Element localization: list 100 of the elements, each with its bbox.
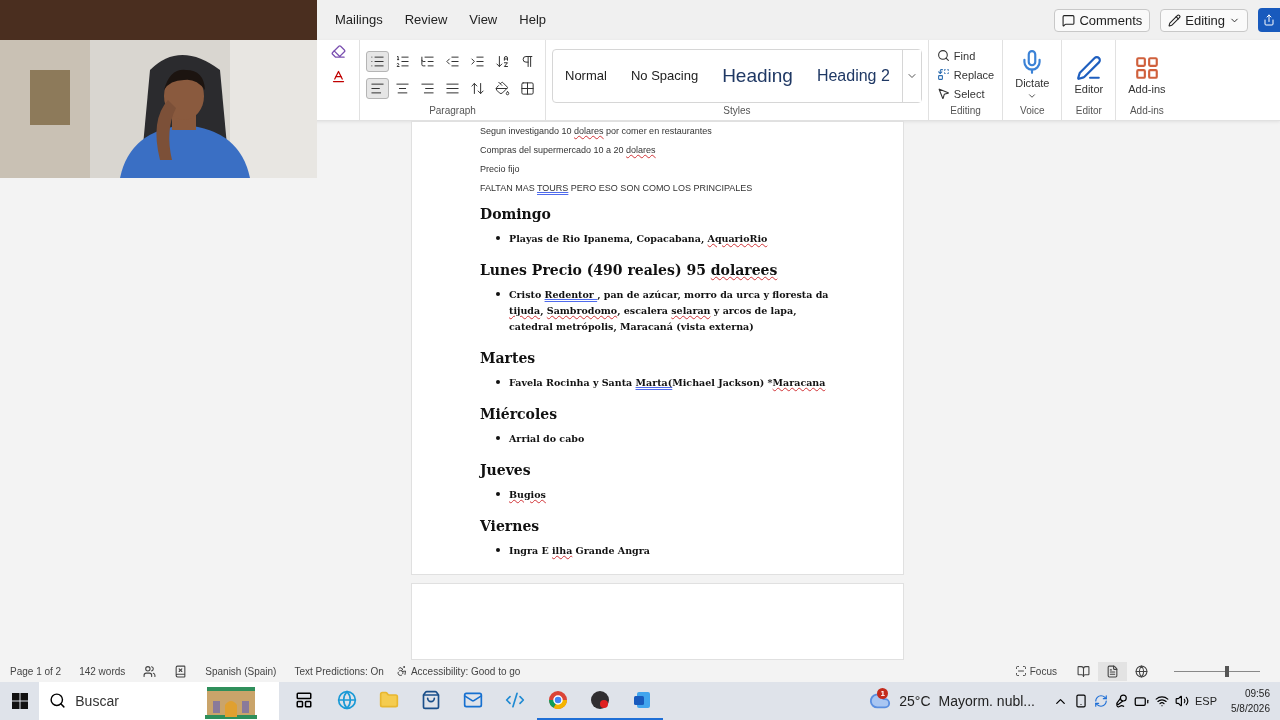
day-heading: Miércoles <box>480 406 559 422</box>
paint-bucket-icon <box>495 80 510 96</box>
notification-count: 1 <box>877 688 889 699</box>
share-button[interactable] <box>1258 8 1280 32</box>
dictate-button[interactable]: Dictate <box>1009 46 1056 103</box>
clock[interactable]: 09:56 5/8/2026 <box>1231 686 1270 716</box>
list-item-text: Cristo Redentor , pan de azúcar, morro da urca y floresta da tijuda, Sambrodomo, escalera selaran y arcos de lapa, catedral metrópolis, Maracaná (vista externa) <box>509 288 830 334</box>
increase-indent-icon <box>470 53 485 69</box>
bullet-list-icon <box>370 53 385 69</box>
recording-app-icon <box>589 690 610 710</box>
view-button[interactable] <box>1098 661 1127 681</box>
multilevel-list-icon <box>420 53 435 69</box>
replace-icon <box>936 68 950 81</box>
clear-formatting-icon <box>330 44 346 59</box>
align-center-icon <box>395 80 410 96</box>
comments-button[interactable]: Comments <box>1054 8 1151 32</box>
list-item-text: Arrial do cabo <box>509 432 585 446</box>
search-icon <box>49 692 67 709</box>
style-option[interactable]: Heading 2 <box>804 66 902 85</box>
weather-condition: Mayorm. nubl... <box>938 693 1035 709</box>
people-icon <box>143 664 157 678</box>
pen-icon <box>1075 54 1102 81</box>
read-mode-icon <box>1077 664 1090 678</box>
wifi-icon <box>1155 694 1169 708</box>
web-layout-icon <box>1135 664 1148 678</box>
editing-mode-button[interactable]: Editing <box>1160 8 1248 32</box>
find-button[interactable]: Find <box>934 47 997 64</box>
list-item-text: Bugios <box>509 488 546 502</box>
language-label[interactable]: Spanish (Spain) <box>205 665 277 677</box>
line-spacing-icon <box>470 80 485 96</box>
day-heading: Domingo <box>480 206 552 222</box>
text-predictions-label[interactable]: Text Predictions: On <box>294 665 384 677</box>
align-left-icon <box>370 80 385 96</box>
focus-icon <box>1014 665 1027 677</box>
time: 09:56 <box>1244 687 1270 701</box>
body-text: Precio fijo <box>480 164 521 174</box>
ribbon-tab[interactable]: Help <box>510 5 555 35</box>
style-option[interactable]: No Spacing <box>618 68 711 83</box>
borders-icon <box>520 80 535 96</box>
date: 5/8/2026 <box>1231 702 1270 716</box>
add-ins-button[interactable]: Add-ins <box>1122 52 1172 97</box>
group-label: Editing <box>949 105 982 118</box>
group-label: Paragraph <box>428 105 477 118</box>
ribbon-tab[interactable]: View <box>460 5 507 35</box>
code-editor-icon <box>505 690 526 710</box>
font-color-icon <box>330 69 346 84</box>
day-heading: Martes <box>480 350 537 366</box>
sync-icon <box>1094 694 1108 708</box>
microphone-icon <box>1114 694 1128 708</box>
zoom-thumb[interactable] <box>1225 665 1230 677</box>
list-item-text: Playas de Rio Ipanema, Copacabana, AquarioRio <box>509 232 768 246</box>
day-heading: Viernes <box>480 518 541 534</box>
pencil-icon <box>1168 13 1182 27</box>
pointer-icon <box>936 87 950 100</box>
proofing-icon <box>174 664 188 678</box>
body-text: Compras del supermercado 10 a 20 dolares <box>480 145 657 155</box>
select-button[interactable]: Select <box>934 85 997 102</box>
list-item-text: Ingra E ilha Grande Angra <box>509 544 650 558</box>
sort-icon <box>495 53 510 69</box>
document-app-icon <box>632 690 653 710</box>
pilcrow-icon <box>520 53 535 69</box>
focus-button[interactable]: Focus <box>1006 662 1065 680</box>
print-layout-icon <box>1106 664 1119 678</box>
ribbon-tab[interactable]: Review <box>395 5 457 35</box>
body-text: Segun investigando 10 dolares por comer en restaurantes <box>480 126 713 136</box>
windows-icon <box>11 693 28 709</box>
numbered-list-icon <box>395 53 410 69</box>
bullet-icon <box>496 436 500 440</box>
share-icon <box>1263 14 1275 26</box>
bullet-icon <box>496 548 500 552</box>
editor-button[interactable]: Editor <box>1068 52 1110 97</box>
task-view-icon <box>295 691 314 709</box>
mail-icon <box>463 690 484 710</box>
day-heading: Lunes Precio (490 reales) 95 dolarees <box>480 262 779 278</box>
volume-icon <box>1175 694 1189 708</box>
style-option[interactable]: Normal <box>553 68 619 83</box>
page-count[interactable]: Page 1 of 2 <box>10 665 62 677</box>
word-count[interactable]: 142 words <box>79 665 126 677</box>
style-option[interactable]: Heading <box>710 64 805 87</box>
weather-widget[interactable]: 1 25°C Mayorm. nubl... <box>863 690 1041 712</box>
bullet-icon <box>496 380 500 384</box>
accessibility-icon <box>395 665 408 677</box>
grid-icon <box>1133 54 1160 81</box>
group-label: Voice <box>1019 105 1046 118</box>
store-icon <box>421 690 442 710</box>
input-language[interactable]: ESP <box>1195 695 1218 707</box>
bullet-icon <box>496 292 500 296</box>
align-right-icon <box>420 80 435 96</box>
replace-button[interactable]: Replace <box>934 66 997 83</box>
search-icon <box>936 49 950 62</box>
comment-icon <box>1062 13 1076 27</box>
folder-icon <box>378 690 399 710</box>
phone-icon <box>1074 694 1088 708</box>
body-text: FALTAN MAS TOURS PERO ESO SON COMO LOS PRINCIPALES <box>480 183 754 193</box>
round-logo-icon <box>547 690 568 710</box>
group-label: Styles <box>722 105 752 118</box>
day-heading: Jueves <box>480 462 532 478</box>
justify-icon <box>445 80 460 96</box>
accessibility-button[interactable]: Accessibility: Good to go <box>387 662 529 680</box>
ribbon-tab[interactable]: Mailings <box>326 5 392 35</box>
